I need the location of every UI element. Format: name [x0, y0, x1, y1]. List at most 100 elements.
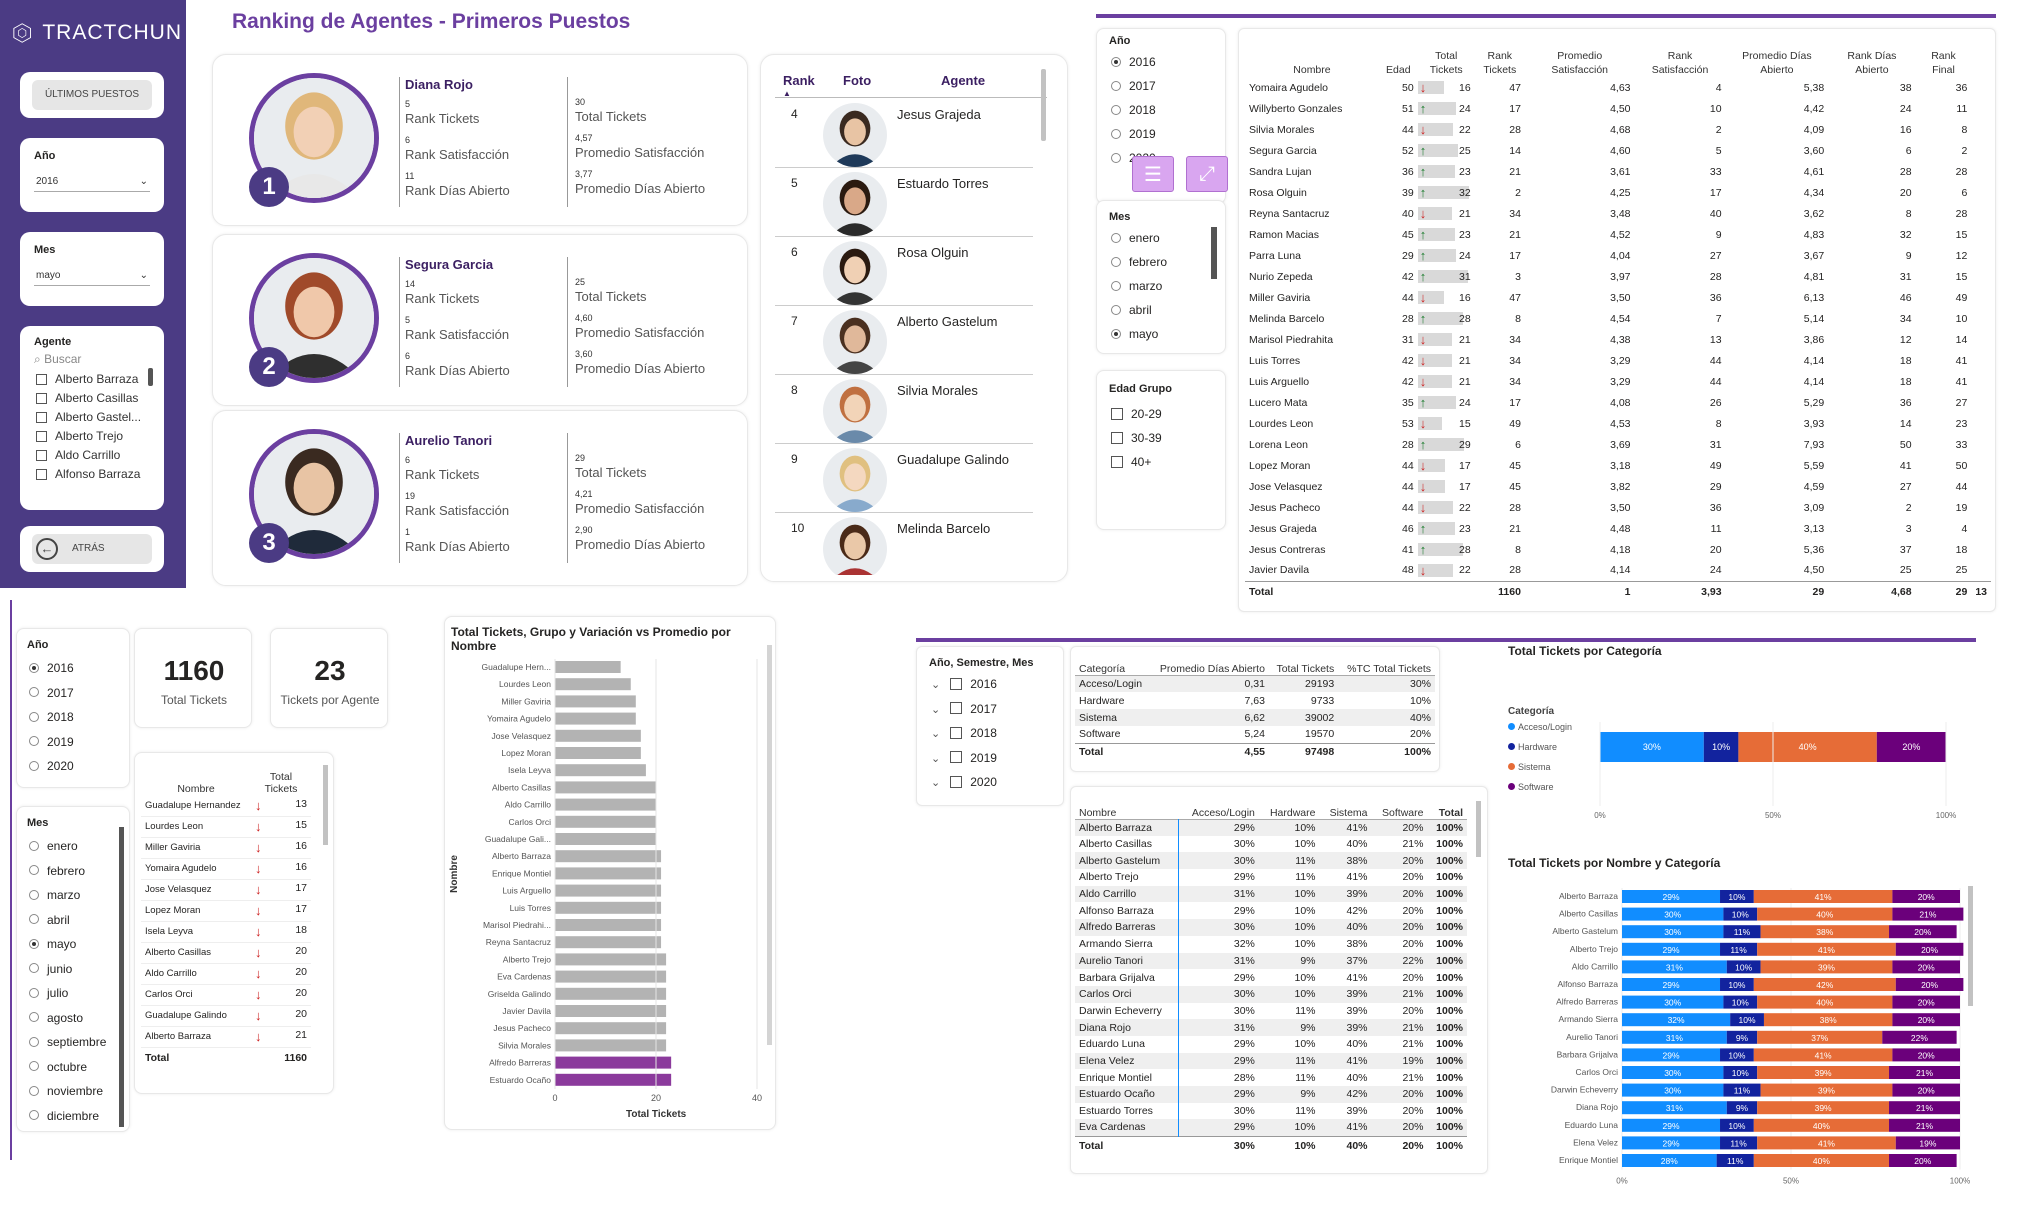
bar[interactable]: [555, 970, 667, 983]
foto-col-header[interactable]: Foto: [843, 73, 871, 88]
month-option[interactable]: marzo: [1111, 277, 1167, 301]
bar[interactable]: [555, 815, 656, 828]
year-option[interactable]: 2019: [1111, 125, 1156, 149]
bar[interactable]: [555, 712, 636, 725]
column-header[interactable]: Edad: [1379, 37, 1418, 77]
column-header[interactable]: Rank Final: [1916, 37, 1972, 77]
year-tree-item[interactable]: ⌄ 2020: [931, 773, 997, 798]
table-row[interactable]: Silvia Morales 44 ↓ 22 28 4,68 2 4,09 16 8: [1245, 119, 1991, 140]
table-row[interactable]: Lourdes Leon ↓ 15: [141, 816, 311, 837]
year-dropdown[interactable]: 2016 ⌄: [34, 172, 150, 192]
bar[interactable]: [555, 953, 667, 966]
rank-list-row[interactable]: 10 Melinda Barcelo: [775, 513, 1033, 575]
bar[interactable]: [555, 747, 641, 759]
table-row[interactable]: Alfonso Barraza 29% 10% 42% 20% 100%: [1075, 902, 1467, 920]
agent-item[interactable]: Alberto Casillas: [36, 391, 146, 410]
table-row[interactable]: Luis Arguello 42 ↓ 21 34 3,29 44 4,14 18 41: [1245, 371, 1991, 392]
column-header[interactable]: Rank Tickets: [1475, 37, 1525, 77]
agent-item[interactable]: Aldo Carrillo: [36, 448, 146, 467]
table-row[interactable]: Sistema 6,62 39002 40%: [1075, 709, 1435, 726]
table-row[interactable]: Rosa Olguin 39 ↑ 32 2 4,25 17 4,34 20 6: [1245, 182, 1991, 203]
chevron-down-icon[interactable]: ⌄: [931, 704, 940, 716]
year-tree-item[interactable]: ⌄ 2017: [931, 700, 997, 725]
table-row[interactable]: Lourdes Leon 53 ↓ 15 49 4,53 8 3,93 14 23: [1245, 413, 1991, 434]
name-category-scrollbar[interactable]: [1968, 886, 1973, 1006]
chevron-down-icon[interactable]: ⌄: [931, 728, 940, 740]
table-row[interactable]: Alfredo Barreras 30% 10% 40% 20% 100%: [1075, 919, 1467, 936]
bar[interactable]: [555, 1005, 667, 1017]
table-row[interactable]: Alberto Casillas 30% 10% 40% 21% 100%: [1075, 835, 1467, 853]
year-option[interactable]: 2016: [1111, 53, 1156, 77]
age-group-option[interactable]: 40+: [1111, 453, 1162, 477]
column-header[interactable]: %TC Total Tickets: [1338, 651, 1435, 675]
table-row[interactable]: Parra Luna 29 ↑ 24 17 4,04 27 3,67 9 12: [1245, 245, 1991, 266]
column-header[interactable]: Categoría: [1075, 651, 1150, 675]
filter-icon[interactable]: ☰: [1132, 156, 1174, 192]
table-row[interactable]: Acceso/Login 0,31 29193 30%: [1075, 675, 1435, 692]
table-row[interactable]: Lorena Leon 28 ↑ 29 6 3,69 31 7,93 50 33: [1245, 434, 1991, 455]
table-row[interactable]: Alberto Casillas ↓ 20: [141, 942, 311, 963]
table-row[interactable]: Isela Leyva ↓ 18: [141, 921, 311, 942]
bar[interactable]: [555, 901, 662, 914]
bar[interactable]: [555, 1022, 667, 1035]
year-tree-item[interactable]: ⌄ 2018: [931, 724, 997, 749]
bar[interactable]: [555, 1039, 667, 1052]
year-option[interactable]: 2020: [29, 757, 74, 782]
rank-list-row[interactable]: 8 Silvia Morales: [775, 375, 1033, 444]
month-option[interactable]: abril: [29, 911, 106, 936]
bar[interactable]: [555, 850, 662, 863]
month-option[interactable]: febrero: [29, 862, 106, 887]
month-option[interactable]: abril: [1111, 301, 1167, 325]
table-row[interactable]: Estuardo Ocaño 29% 9% 42% 20% 100%: [1075, 1086, 1467, 1103]
month-option[interactable]: noviembre: [29, 1082, 106, 1107]
rank-list-row[interactable]: 7 Alberto Gastelum: [775, 306, 1033, 375]
bar[interactable]: [555, 987, 667, 1000]
table-row[interactable]: Melinda Barcelo 28 ↑ 28 8 4,54 7 5,14 34 10: [1245, 308, 1991, 329]
table-row[interactable]: Carlos Orci ↓ 20: [141, 984, 311, 1005]
bar[interactable]: [555, 884, 662, 897]
column-header[interactable]: Total Tickets: [1418, 37, 1475, 77]
column-header[interactable]: Total Tickets: [1269, 651, 1338, 675]
year-option[interactable]: 2019: [29, 733, 74, 758]
table-row[interactable]: Miller Gaviria ↓ 16: [141, 837, 311, 858]
bar[interactable]: [555, 833, 656, 845]
table-row[interactable]: Eva Cardenas 29% 10% 41% 20% 100%: [1075, 1119, 1467, 1137]
month-option[interactable]: julio: [29, 984, 106, 1009]
table-row[interactable]: Lucero Mata 35 ↑ 24 17 4,08 26 5,29 36 27: [1245, 392, 1991, 413]
month-option[interactable]: enero: [29, 837, 106, 862]
chevron-down-icon[interactable]: ⌄: [931, 679, 940, 691]
top-agent-card[interactable]: 3 Aurelio Tanori 6 Rank Tickets 19 Rank Satis…: [212, 410, 748, 586]
age-group-option[interactable]: 30-39: [1111, 429, 1162, 453]
column-header[interactable]: Nombre: [1075, 791, 1178, 819]
table-row[interactable]: Reyna Santacruz 40 ↓ 21 34 3,48 40 3,62 8 28: [1245, 203, 1991, 224]
bar[interactable]: [555, 1073, 672, 1086]
year-option[interactable]: 2017: [1111, 77, 1156, 101]
table-row[interactable]: Lopez Moran ↓ 17: [141, 900, 311, 921]
bar[interactable]: [555, 867, 662, 880]
month-option[interactable]: febrero: [1111, 253, 1167, 277]
table-row[interactable]: Guadalupe Galindo ↓ 20: [141, 1005, 311, 1026]
year-tree-item[interactable]: ⌄ 2016: [931, 675, 997, 700]
bar[interactable]: [555, 729, 641, 742]
table-row[interactable]: Marisol Piedrahita 31 ↓ 21 34 4,38 13 3,86 12 14: [1245, 329, 1991, 350]
legend-item[interactable]: Acceso/Login: [1508, 722, 1572, 742]
table-row[interactable]: Aldo Carrillo 31% 10% 39% 20% 100%: [1075, 885, 1467, 903]
month-option[interactable]: octubre: [29, 1058, 106, 1083]
matrix-scrollbar[interactable]: [1476, 801, 1481, 857]
month-option[interactable]: diciembre: [29, 1107, 106, 1132]
table-row[interactable]: Software 5,24 19570 20%: [1075, 726, 1435, 743]
bar[interactable]: [555, 764, 646, 777]
table-row[interactable]: Darwin Echeverry 30% 11% 39% 20% 100%: [1075, 1002, 1467, 1020]
year-tree-item[interactable]: ⌄ 2019: [931, 749, 997, 774]
table-row[interactable]: Barbara Grijalva 29% 10% 41% 20% 100%: [1075, 969, 1467, 986]
table-row[interactable]: Jesus Pacheco 44 ↓ 22 28 3,50 36 3,09 2 19: [1245, 497, 1991, 518]
table-row[interactable]: Diana Rojo 31% 9% 39% 21% 100%: [1075, 1019, 1467, 1036]
table-row[interactable]: Estuardo Torres 30% 11% 39% 20% 100%: [1075, 1102, 1467, 1120]
table-row[interactable]: Alberto Barraza 29% 10% 41% 20% 100%: [1075, 819, 1467, 836]
top-agent-card[interactable]: 1 Diana Rojo 5 Rank Tickets 6 Rank Satisfacci…: [212, 54, 748, 226]
column-header[interactable]: Hardware: [1259, 791, 1320, 819]
column-header[interactable]: Promedio Satisfacción: [1525, 37, 1635, 77]
small-table-scrollbar[interactable]: [323, 765, 328, 845]
table-row[interactable]: Yomaira Agudelo 50 ↓ 16 47 4,63 4 5,38 38 36: [1245, 77, 1991, 98]
column-header[interactable]: Sistema: [1320, 791, 1372, 819]
